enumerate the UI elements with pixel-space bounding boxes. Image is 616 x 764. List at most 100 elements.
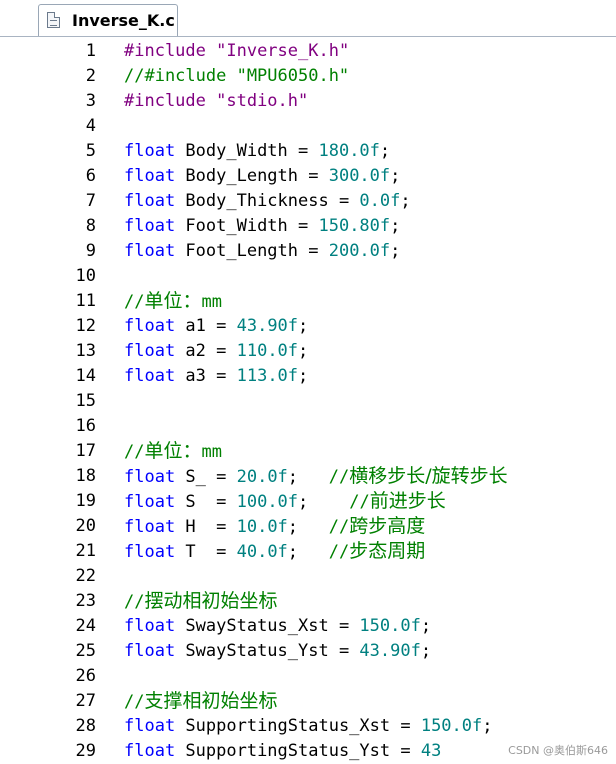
code-line[interactable]: 18 float S_ = 20.0f; //横移步长/旋转步长 (0, 464, 616, 489)
code-token: 40.0f (236, 542, 288, 562)
code-line[interactable]: 4 (0, 114, 616, 139)
code-line[interactable]: 3 #include "stdio.h" (0, 89, 616, 114)
code-line[interactable]: 25 float SwayStatus_Yst = 43.90f; (0, 639, 616, 664)
code-token: float (124, 517, 176, 537)
code-token: #include (124, 41, 217, 61)
code-line[interactable]: 14 float a3 = 113.0f; (0, 364, 616, 389)
code-line[interactable]: 7 float Body_Thickness = 0.0f; (0, 189, 616, 214)
code-token: ; (298, 366, 309, 386)
line-number: 22 (75, 566, 96, 586)
line-number: 14 (75, 366, 96, 386)
code-line[interactable]: 5 float Body_Width = 180.0f; (0, 139, 616, 164)
code-text: //单位：mm (124, 289, 222, 315)
code-line[interactable]: 13 float a2 = 110.0f; (0, 339, 616, 364)
line-number: 9 (85, 241, 96, 261)
line-number: 17 (75, 441, 96, 461)
code-token: // (124, 692, 145, 712)
code-token: float (124, 616, 176, 636)
code-text: float a1 = 43.90f; (124, 314, 308, 339)
code-token: ; (298, 316, 309, 336)
code-text: //摆动相初始坐标 (124, 589, 278, 615)
code-token: float (124, 166, 176, 186)
code-token: // (349, 492, 370, 512)
code-text: //支撑相初始坐标 (124, 689, 278, 715)
code-line[interactable]: 9 float Foot_Length = 200.0f; (0, 239, 616, 264)
code-text: float SupportingStatus_Xst = 150.0f; (124, 714, 493, 739)
code-line[interactable]: 15 (0, 389, 616, 414)
line-number: 11 (75, 291, 96, 311)
line-number: 20 (75, 516, 96, 536)
code-text: float SupportingStatus_Yst = 43 (124, 739, 441, 764)
code-line[interactable]: 19 float S = 100.0f; //前进步长 (0, 489, 616, 514)
code-token: ; (379, 141, 391, 161)
code-line[interactable]: 27 //支撑相初始坐标 (0, 689, 616, 714)
line-number: 8 (85, 216, 96, 236)
code-token: ; (298, 341, 309, 361)
code-line[interactable]: 8 float Foot_Width = 150.80f; (0, 214, 616, 239)
code-text: //#include "MPU6050.h" (124, 64, 349, 89)
code-line[interactable]: 17 //单位：mm (0, 439, 616, 464)
line-number: 21 (75, 541, 96, 561)
code-token: float (124, 216, 176, 236)
code-editor[interactable]: 1 #include "Inverse_K.h" 2 //#include "MPU6… (0, 37, 616, 764)
code-token: 300.0f (328, 166, 391, 186)
tab-label: Inverse_K.c (72, 11, 175, 30)
code-token: Foot_Width = (175, 216, 319, 236)
code-line[interactable]: 26 (0, 664, 616, 689)
code-token: // (124, 292, 145, 312)
code-token: ; (390, 216, 401, 236)
code-line[interactable]: 2 //#include "MPU6050.h" (0, 64, 616, 89)
code-token: 150.0f (359, 616, 421, 636)
code-token: 113.0f (236, 366, 299, 386)
code-line[interactable]: 12 float a1 = 43.90f; (0, 314, 616, 339)
code-token: 43.90f (359, 641, 421, 661)
code-line[interactable]: 11 //单位：mm (0, 289, 616, 314)
line-number: 24 (75, 616, 96, 636)
watermark: CSDN @奥伯斯646 (508, 744, 608, 757)
code-line[interactable]: 22 (0, 564, 616, 589)
code-line[interactable]: 24 float SwayStatus_Xst = 150.0f; (0, 614, 616, 639)
code-text: float SwayStatus_Xst = 150.0f; (124, 614, 431, 639)
code-token: 步态周期 (349, 540, 426, 562)
code-token: #include (124, 91, 217, 111)
code-token: // (124, 592, 145, 612)
line-number: 29 (75, 741, 96, 761)
code-token: // (124, 442, 145, 462)
code-token: a2 = (175, 341, 237, 361)
line-number: 25 (75, 641, 96, 661)
line-number: 23 (75, 591, 96, 611)
code-line[interactable]: 16 (0, 414, 616, 439)
line-number: 13 (75, 341, 96, 361)
line-number: 10 (75, 266, 96, 286)
code-token: 100.0f (236, 492, 299, 512)
code-token: float (124, 716, 176, 736)
code-token: Body_Length = (175, 166, 329, 186)
code-token: float (124, 141, 176, 161)
code-line[interactable]: 23 //摆动相初始坐标 (0, 589, 616, 614)
tab-inverse-k-c[interactable]: Inverse_K.c (38, 4, 178, 36)
code-token: 20.0f (236, 467, 288, 487)
code-token: H = (175, 517, 237, 537)
code-token: ; (287, 517, 329, 537)
code-token: float (124, 191, 176, 211)
code-token: // (328, 517, 350, 537)
code-text: #include "stdio.h" (124, 89, 308, 114)
code-text: float H = 10.0f; //跨步高度 (124, 514, 425, 540)
code-token: S = (175, 492, 237, 512)
code-token: float (124, 316, 176, 336)
file-icon (47, 12, 60, 28)
code-line[interactable]: 28 float SupportingStatus_Xst = 150.0f; (0, 714, 616, 739)
code-token: float (124, 467, 176, 487)
code-token: 前进步长 (369, 490, 446, 512)
line-number: 6 (85, 166, 96, 186)
line-number: 12 (75, 316, 96, 336)
code-line[interactable]: 21 float T = 40.0f; //步态周期 (0, 539, 616, 564)
code-line[interactable]: 1 #include "Inverse_K.h" (0, 39, 616, 64)
code-token: // (328, 467, 350, 487)
code-text: float T = 40.0f; //步态周期 (124, 539, 425, 565)
code-token: // (328, 542, 350, 562)
code-line[interactable]: 20 float H = 10.0f; //跨步高度 (0, 514, 616, 539)
code-line[interactable]: 10 (0, 264, 616, 289)
code-line[interactable]: 6 float Body_Length = 300.0f; (0, 164, 616, 189)
code-text: #include "Inverse_K.h" (124, 39, 349, 64)
